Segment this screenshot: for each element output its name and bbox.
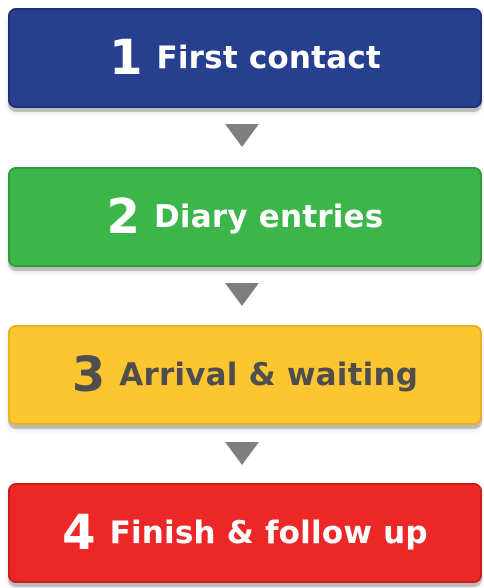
step-number: 1	[109, 30, 143, 86]
step-diary-entries: 2 Diary entries	[8, 167, 482, 267]
step-number: 3	[71, 347, 106, 403]
triangle-down-icon	[225, 283, 259, 306]
step-label: Diary entries	[153, 198, 384, 235]
step-label: Finish & follow up	[109, 514, 428, 551]
step-label: First contact	[156, 39, 381, 76]
step-first-contact: 1 First contact	[8, 8, 482, 108]
step-arrival-waiting: 3 Arrival & waiting	[8, 325, 482, 425]
triangle-down-icon	[225, 124, 259, 147]
step-number: 4	[62, 505, 96, 561]
step-number: 2	[106, 189, 140, 245]
process-flow-diagram: 1 First contact 2 Diary entries 3 Arriva…	[0, 0, 484, 588]
step-label: Arrival & waiting	[119, 356, 419, 393]
step-finish-follow-up: 4 Finish & follow up	[8, 483, 482, 583]
triangle-down-icon	[225, 442, 259, 465]
